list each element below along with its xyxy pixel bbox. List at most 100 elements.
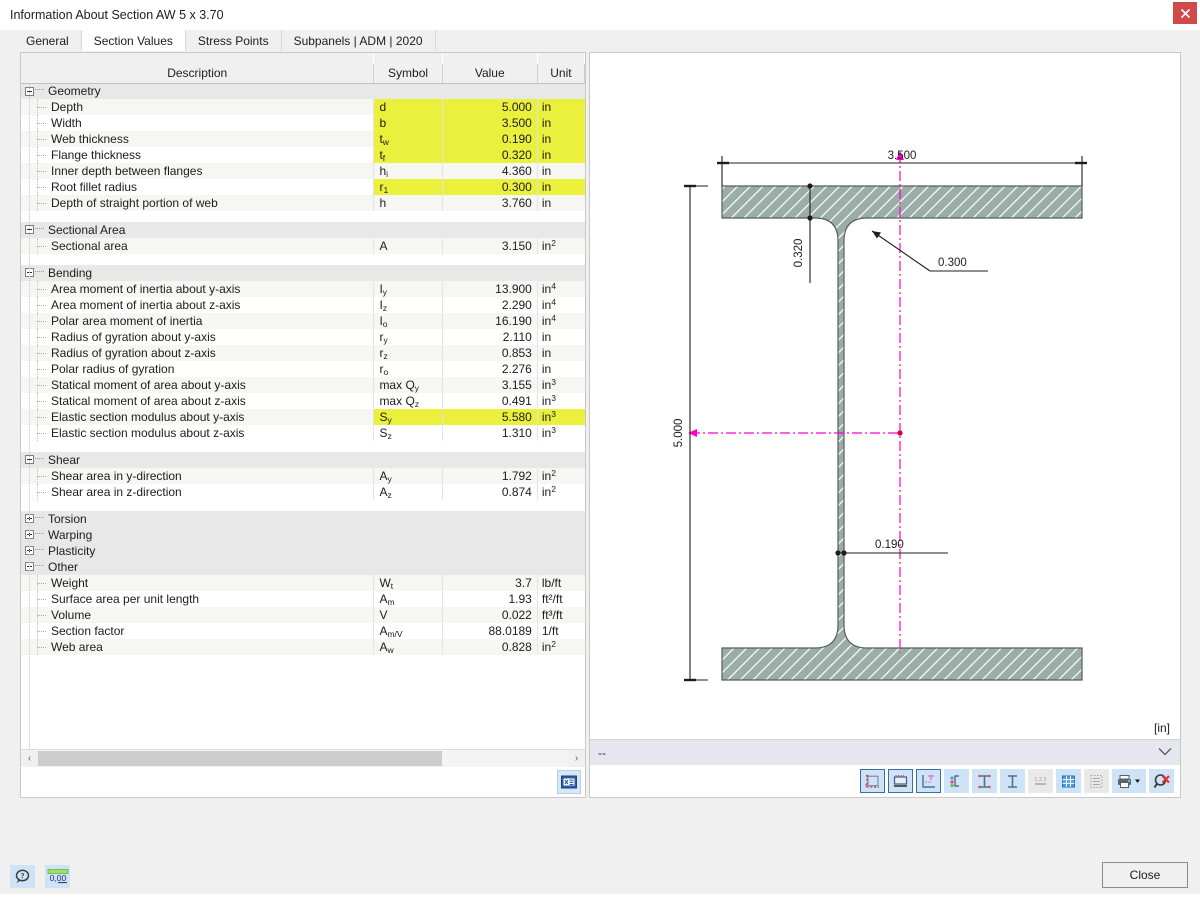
zoom-reset-icon[interactable] — [1149, 769, 1174, 793]
collapse-icon[interactable] — [25, 87, 34, 96]
table-row[interactable]: Shear area in y-directionAy1.792in2 — [21, 468, 585, 484]
tree-leader — [35, 228, 44, 229]
table-row[interactable]: Web areaAw0.828in2 — [21, 639, 585, 655]
coordinate-axes-icon[interactable] — [916, 769, 941, 793]
table-group-row[interactable]: Shear — [21, 452, 585, 468]
table-row[interactable]: Elastic section modulus about z-axisSz1.… — [21, 425, 585, 441]
tree-leader — [35, 517, 44, 518]
row-value: 5.000 — [442, 99, 537, 115]
chevron-right-icon[interactable]: › — [568, 750, 585, 767]
table-row[interactable]: Flange thicknesstf0.320in — [21, 147, 585, 163]
table-row[interactable]: Shear area in z-directionAz0.874in2 — [21, 484, 585, 500]
table-group-row[interactable]: Plasticity — [21, 543, 585, 559]
tab-general[interactable]: General — [14, 30, 82, 51]
tab-subpanels-adm-2020[interactable]: Subpanels | ADM | 2020 — [282, 30, 436, 51]
table-group-row[interactable]: Torsion — [21, 511, 585, 527]
row-value: 1.792 — [442, 468, 537, 484]
collapse-icon[interactable] — [25, 455, 34, 464]
tab-stress-points[interactable]: Stress Points — [186, 30, 282, 51]
row-symbol: ry — [374, 329, 442, 345]
row-description: Statical moment of area about z-axis — [21, 393, 374, 409]
dimension-lines-icon[interactable] — [860, 769, 885, 793]
table-row[interactable]: Depth of straight portion of webh3.760in — [21, 195, 585, 211]
tab-section-values[interactable]: Section Values — [82, 30, 186, 51]
table-row[interactable]: Elastic section modulus about y-axisSy5.… — [21, 409, 585, 425]
view-selector-dropdown[interactable]: -- — [590, 739, 1180, 765]
table-row[interactable]: Depthd5.000in — [21, 99, 585, 115]
expand-icon[interactable] — [25, 546, 34, 555]
table-row[interactable]: Radius of gyration about y-axisry2.110in — [21, 329, 585, 345]
column-header-unit[interactable]: Unit — [537, 64, 584, 83]
chevron-down-icon[interactable] — [1158, 747, 1172, 759]
row-symbol: max Qy — [374, 377, 442, 393]
scrollbar-thumb[interactable] — [38, 751, 442, 766]
table-row[interactable]: Sectional areaA3.150in2 — [21, 238, 585, 254]
export-to-excel-icon[interactable] — [557, 770, 581, 794]
table-row[interactable]: Radius of gyration about z-axisrz0.853in — [21, 345, 585, 361]
column-header-description[interactable]: Description — [21, 64, 374, 83]
grid-icon[interactable] — [1056, 769, 1081, 793]
table-row[interactable]: Statical moment of area about z-axismax … — [21, 393, 585, 409]
table-row[interactable]: Surface area per unit lengthAm1.93ft²/ft — [21, 591, 585, 607]
table-row[interactable]: Polar radius of gyrationro2.276in — [21, 361, 585, 377]
dialog-window: Information About Section AW 5 x 3.70 Ge… — [0, 0, 1200, 900]
section-parts-vertical-icon[interactable] — [1000, 769, 1025, 793]
row-value: 2.290 — [442, 297, 537, 313]
collapse-icon[interactable] — [25, 562, 34, 571]
expand-icon[interactable] — [25, 530, 34, 539]
help-balloon-icon[interactable]: ? — [10, 865, 35, 888]
close-button[interactable]: Close — [1102, 862, 1188, 888]
dimension-web-thickness-label: 0.190 — [875, 539, 904, 551]
drawing-canvas[interactable]: 3.500 5.000 — [590, 53, 1180, 739]
drawing-toolbar: 1 2 3 — [590, 765, 1180, 797]
table-group-label: Warping — [48, 528, 92, 542]
decimal-places-icon[interactable]: 0,00 — [45, 865, 70, 888]
table-row[interactable]: Inner depth between flangeshi4.360in — [21, 163, 585, 179]
close-icon[interactable] — [1173, 2, 1197, 24]
table-group-row[interactable]: Geometry — [21, 83, 585, 99]
row-value: 0.320 — [442, 147, 537, 163]
row-description: Sectional area — [21, 238, 374, 254]
horizontal-scrollbar[interactable]: ‹ › — [21, 749, 585, 767]
chevron-left-icon[interactable]: ‹ — [21, 750, 38, 767]
row-symbol: Wt — [374, 575, 442, 591]
table-group-cell: Plasticity — [21, 543, 585, 559]
row-unit: in — [537, 361, 584, 377]
table-row[interactable]: Area moment of inertia about y-axisIy13.… — [21, 281, 585, 297]
table-group-row[interactable]: Warping — [21, 527, 585, 543]
row-unit: in3 — [537, 409, 584, 425]
row-description: Inner depth between flanges — [21, 163, 374, 179]
row-value: 0.190 — [442, 131, 537, 147]
row-description: Weight — [21, 575, 374, 591]
row-symbol: d — [374, 99, 442, 115]
section-outline-icon[interactable] — [888, 769, 913, 793]
table-row[interactable]: VolumeV0.022ft³/ft — [21, 607, 585, 623]
row-value: 5.580 — [442, 409, 537, 425]
table-row[interactable]: WeightWt3.7lb/ft — [21, 575, 585, 591]
svg-text:1 2 3: 1 2 3 — [1034, 777, 1046, 783]
stress-points-icon[interactable] — [944, 769, 969, 793]
table-row[interactable]: Root fillet radiusr10.300in — [21, 179, 585, 195]
row-value: 1.310 — [442, 425, 537, 441]
expand-icon[interactable] — [25, 514, 34, 523]
section-parts-horizontal-icon[interactable] — [972, 769, 997, 793]
table-row[interactable]: Polar area moment of inertiaIo16.190in4 — [21, 313, 585, 329]
table-row[interactable]: Section factorAm/V88.01891/ft — [21, 623, 585, 639]
table-group-row[interactable]: Bending — [21, 265, 585, 281]
table-row[interactable]: Statical moment of area about y-axismax … — [21, 377, 585, 393]
scrollbar-track[interactable] — [38, 750, 568, 767]
table-group-row[interactable]: Other — [21, 559, 585, 575]
row-value: 3.760 — [442, 195, 537, 211]
table-group-spacer — [21, 655, 585, 666]
table-row[interactable]: Area moment of inertia about z-axisIz2.2… — [21, 297, 585, 313]
collapse-icon[interactable] — [25, 225, 34, 234]
table-group-row[interactable]: Sectional Area — [21, 222, 585, 238]
row-unit: in — [537, 179, 584, 195]
column-header-value[interactable]: Value — [442, 64, 537, 83]
collapse-icon[interactable] — [25, 268, 34, 277]
table-row[interactable]: Widthb3.500in — [21, 115, 585, 131]
column-header-symbol[interactable]: Symbol — [374, 64, 442, 83]
table-group-cell: Sectional Area — [21, 222, 585, 238]
table-row[interactable]: Web thicknesstw0.190in — [21, 131, 585, 147]
print-icon[interactable] — [1112, 769, 1146, 793]
